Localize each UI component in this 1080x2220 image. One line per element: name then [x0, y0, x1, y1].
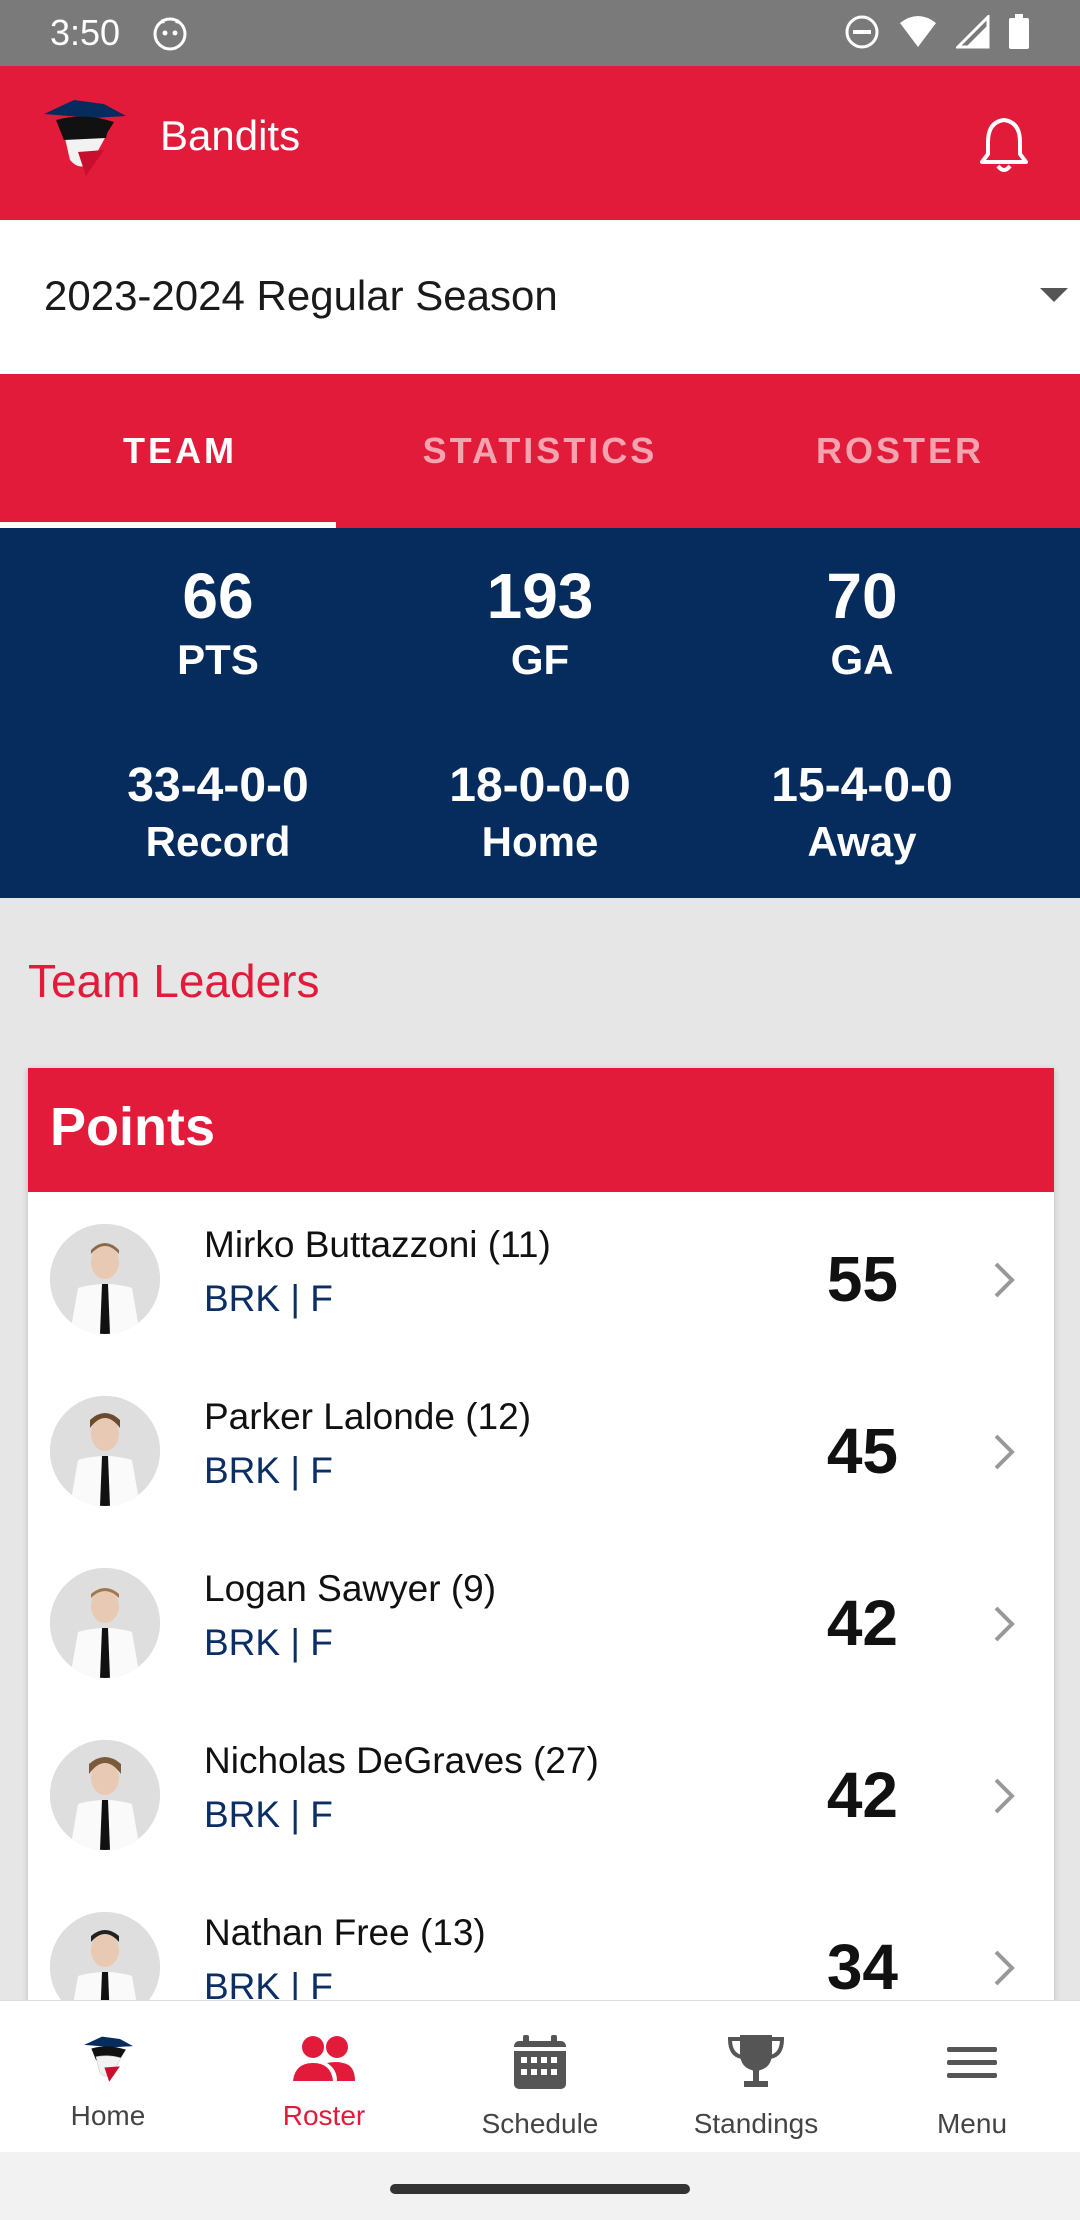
player-team-position: BRK | F — [204, 1794, 333, 1835]
leader-row[interactable]: Mirko Buttazzoni (11) BRK | F 55 — [28, 1192, 1054, 1364]
nav-roster-label: Roster — [282, 2100, 366, 2131]
team-name: Bandits — [160, 112, 301, 159]
stat-away-value: 15-4-0-0 — [771, 759, 953, 812]
player-points: 42 — [826, 1587, 898, 1659]
leader-row[interactable]: Logan Sawyer (9) BRK | F 42 — [28, 1536, 1054, 1708]
chevron-right-icon — [992, 1432, 1016, 1477]
player-team-position: BRK | F — [204, 1622, 333, 1663]
menu-icon — [945, 2033, 999, 2098]
leader-row[interactable]: Nicholas DeGraves (27) BRK | F 42 — [28, 1708, 1054, 1880]
player-points: 34 — [826, 1931, 898, 2003]
stat-ga: 70 GA — [692, 564, 1032, 684]
nav-menu[interactable]: Menu — [864, 2001, 1080, 2152]
team-stats-panel: 66 PTS 193 GF 70 GA 33-4-0-0 Record 18-0… — [0, 528, 1080, 898]
nav-home-label: Home — [70, 2100, 146, 2131]
stat-gf-label: GF — [510, 636, 570, 683]
nav-standings-label: Standings — [693, 2108, 819, 2139]
stat-record-label: Record — [145, 818, 291, 865]
stat-pts-value: 66 — [182, 560, 254, 632]
player-avatar — [50, 1224, 160, 1334]
app-header: Bandits — [0, 66, 1080, 220]
notification-bell-icon[interactable] — [976, 114, 1032, 179]
battery-icon — [1008, 14, 1030, 55]
stat-record-value: 33-4-0-0 — [127, 759, 309, 812]
nav-schedule-label: Schedule — [481, 2108, 599, 2139]
player-name: Nicholas DeGraves (27) — [204, 1740, 599, 1781]
tab-roster[interactable]: ROSTER — [720, 374, 1080, 528]
nav-menu-label: Menu — [936, 2108, 1008, 2139]
do-not-disturb-icon — [844, 14, 880, 55]
gesture-navigation-area — [0, 2152, 1080, 2220]
nav-schedule[interactable]: Schedule — [432, 2001, 648, 2152]
people-icon — [291, 2033, 357, 2090]
calendar-icon — [511, 2033, 569, 2098]
stat-home: 18-0-0-0 Home — [370, 762, 710, 866]
player-points: 42 — [826, 1759, 898, 1831]
home-gesture-bar[interactable] — [390, 2184, 690, 2194]
tab-team[interactable]: TEAM — [0, 374, 360, 528]
tab-bar: TEAM STATISTICS ROSTER — [0, 374, 1080, 528]
chevron-right-icon — [992, 1776, 1016, 1821]
stat-gf: 193 GF — [370, 564, 710, 684]
chevron-right-icon — [992, 1948, 1016, 1993]
stat-pts: 66 PTS — [48, 564, 388, 684]
player-team-position: BRK | F — [204, 1278, 333, 1319]
nav-standings[interactable]: Standings — [648, 2001, 864, 2152]
stat-home-label: Home — [481, 818, 599, 865]
player-name: Mirko Buttazzoni (11) — [204, 1224, 551, 1265]
stat-ga-value: 70 — [826, 560, 898, 632]
signal-icon — [954, 13, 990, 54]
card-title: Points — [28, 1068, 1054, 1192]
player-avatar — [50, 1396, 160, 1506]
status-bar: 3:50 — [0, 0, 1080, 66]
season-selected: 2023-2024 Regular Season — [44, 272, 558, 319]
stat-home-value: 18-0-0-0 — [449, 759, 631, 812]
stat-gf-value: 193 — [486, 560, 594, 632]
nav-roster[interactable]: Roster — [216, 2001, 432, 2152]
player-team-position: BRK | F — [204, 1450, 333, 1491]
chevron-right-icon — [992, 1604, 1016, 1649]
dropdown-caret-icon — [1040, 288, 1068, 302]
player-avatar — [50, 1568, 160, 1678]
team-logo-icon[interactable] — [34, 94, 134, 183]
player-avatar — [50, 1740, 160, 1850]
bottom-navigation: Home Roster Schedule Standings Menu — [0, 2000, 1080, 2152]
stat-away: 15-4-0-0 Away — [692, 762, 1032, 866]
stat-record: 33-4-0-0 Record — [48, 762, 388, 866]
season-dropdown[interactable]: 2023-2024 Regular Season — [0, 220, 1080, 374]
trophy-icon — [726, 2033, 786, 2098]
team-logo-icon — [78, 2033, 138, 2090]
chevron-right-icon — [992, 1260, 1016, 1305]
team-leaders-title: Team Leaders — [28, 955, 320, 1007]
player-points: 55 — [826, 1243, 898, 1315]
stat-ga-label: GA — [830, 636, 894, 683]
player-points: 45 — [826, 1415, 898, 1487]
wifi-icon — [898, 15, 938, 54]
leader-row[interactable]: Parker Lalonde (12) BRK | F 45 — [28, 1364, 1054, 1536]
status-time: 3:50 — [50, 12, 121, 53]
player-name: Nathan Free (13) — [204, 1912, 486, 1953]
player-name: Parker Lalonde (12) — [204, 1396, 532, 1437]
stat-pts-label: PTS — [177, 636, 259, 683]
notification-app-icon — [152, 16, 188, 57]
tab-statistics[interactable]: STATISTICS — [360, 374, 720, 528]
player-name: Logan Sawyer (9) — [204, 1568, 497, 1609]
stat-away-label: Away — [807, 818, 917, 865]
nav-home[interactable]: Home — [0, 2001, 216, 2152]
